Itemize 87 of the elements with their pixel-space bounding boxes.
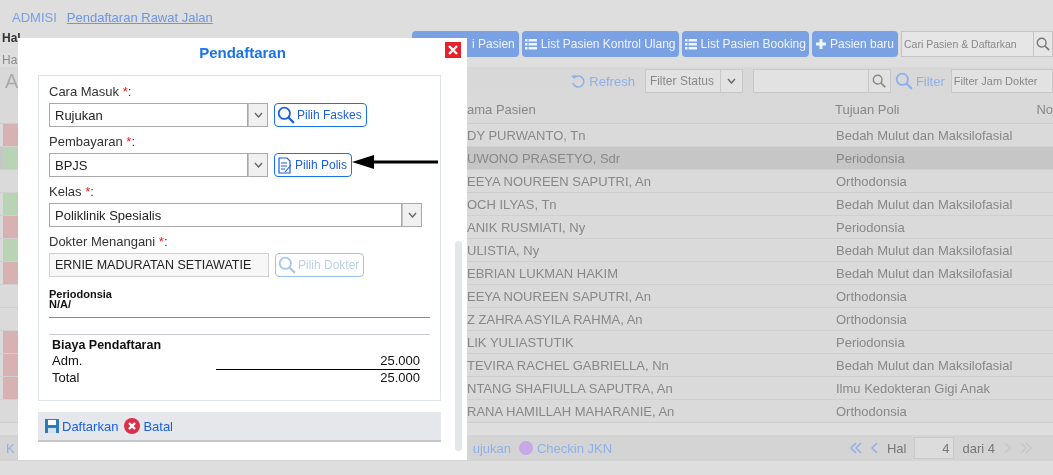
table-cell-text: Bedah Mulut dan Maksilofasial (836, 242, 1014, 258)
breadcrumb-link[interactable]: Pendaftaran Rawat Jalan (66, 9, 213, 25)
table-cell-text: Bedah Mulut dan Maksilofasial (836, 196, 1014, 212)
column-header: ama Pasien (467, 101, 537, 117)
table-cell-text: RANA HAMILLAH MAHARANIE, An (467, 403, 676, 419)
caret-icon (253, 162, 263, 168)
table-cell-text: ANIK RUSMIATI, Ny (467, 219, 587, 235)
legend-label: Checkin JKN (537, 440, 613, 456)
table-cell-text: Periodonsia (836, 219, 906, 235)
table-cell-text: ULISTIA, Ny (467, 242, 541, 258)
pick-button[interactable]: Pilih Polis (274, 153, 353, 177)
plus-icon (815, 39, 826, 49)
table-cell-text: Bedah Mulut dan Maksilofasial (836, 265, 1014, 281)
table-cell-text: NTANG SHAFIULLA SAPUTRA, An (467, 380, 674, 396)
input-field[interactable]: ERNIE MADURATAN SETIAWATIE (49, 253, 269, 277)
dropdown-button[interactable] (720, 69, 743, 93)
pick-button[interactable]: Pilih Faskes (274, 103, 367, 127)
table-cell-text: EEYA NOUREEN SAPUTRI, An (467, 173, 652, 189)
dropdown-button[interactable] (248, 103, 268, 127)
document-icon (277, 156, 293, 174)
column-header: No (1036, 101, 1053, 117)
status-filter[interactable]: Filter Status (644, 69, 721, 93)
list-icon (684, 38, 697, 50)
table-cell-text: TEVIRA RACHEL GABRIELLA, Nn (467, 357, 670, 373)
clinic-name: Periodonsia (49, 289, 112, 299)
caret-icon (726, 78, 736, 84)
clinic-note: N/A/ (49, 299, 71, 309)
search-icon (872, 74, 887, 88)
table-cell-text: Ilmu Kedokteran Gigi Anak (836, 380, 991, 396)
table-cell-text: Orthodonsia (836, 288, 908, 304)
page-label: Hal (886, 440, 907, 456)
table-cell-text: Periodonsia (836, 334, 906, 350)
table-cell-text: Bedah Mulut dan Maksilofasial (836, 127, 1014, 143)
table-cell-text: Bedah Mulut dan Maksilofasial (836, 357, 1014, 373)
field-label: Cara Masuk *: (49, 83, 133, 101)
table-cell-text: Z ZAHRA ASYILA RAHMA, An (467, 311, 644, 327)
close-button[interactable] (445, 42, 461, 58)
table-cell-text: Periodonsia (836, 150, 906, 166)
select-field[interactable]: Rujukan (49, 103, 248, 127)
dropdown-button[interactable] (402, 203, 422, 227)
list-icon (524, 38, 537, 50)
fee-title: Biaya Pendaftaran (52, 338, 162, 352)
table-cell-text: DY PURWANTO, Tn (467, 127, 587, 143)
column-header: Tujuan Poli (834, 101, 901, 117)
fee-amount: 25.000 (216, 353, 420, 370)
table-cell-text: UWONO PRASETYO, Sdr (467, 150, 622, 166)
table-cell-text: LIK YULIASTUTIK (467, 334, 575, 350)
search-field[interactable]: Cari Pasien & Daftarkan (901, 31, 1034, 57)
select-field[interactable]: Poliklinik Spesialis (49, 203, 402, 227)
cancel-icon (124, 418, 141, 434)
breadcrumb-link[interactable]: ADMISI (12, 9, 57, 25)
refresh-icon (570, 74, 587, 88)
select-field[interactable]: BPJS (49, 153, 248, 177)
filter-button[interactable]: Filter (890, 72, 949, 90)
previous-page-icon[interactable] (870, 442, 879, 454)
legend-label: K (6, 440, 15, 456)
refresh-button[interactable]: Refresh (566, 73, 639, 89)
toolbar-button[interactable]: List Pasien Kontrol Ulang (521, 31, 679, 57)
dropdown-button[interactable] (248, 153, 268, 177)
page-subtitle: Ha (2, 53, 18, 67)
close-icon (448, 45, 458, 55)
table-cell-text: OCH ILYAS, Tn (467, 196, 558, 212)
page-field[interactable]: 4 (914, 437, 955, 459)
toolbar-button[interactable]: Pasien baru (811, 31, 898, 57)
save-icon (45, 419, 59, 433)
table-cell-text: Orthodonsia (836, 403, 908, 419)
scrollbar[interactable] (455, 241, 462, 451)
table-cell-text: EBRIAN LUKMAN HAKIM (467, 265, 619, 281)
search-button[interactable] (868, 69, 891, 93)
search-icon (278, 256, 296, 274)
page-total: dari 4 (962, 440, 995, 456)
time-filter-field[interactable]: Filter Jam Dokter (950, 69, 1053, 93)
first-page-icon[interactable] (848, 442, 863, 454)
table-cell-text: Orthodonsia (836, 311, 908, 327)
toolbar-button[interactable]: List Pasien Booking (681, 31, 809, 57)
search-icon (1036, 37, 1050, 51)
search-button[interactable] (1034, 31, 1053, 57)
table-cell-text: Orthodonsia (836, 173, 908, 189)
table-cell-text: EEYA NOUREEN SAPUTRI, An (467, 288, 652, 304)
legend-label: ujukan (472, 440, 511, 456)
caret-icon (253, 112, 263, 118)
fee-label: Adm. (52, 353, 83, 370)
search-icon (277, 106, 295, 124)
dialog-title: Pendaftaran (199, 44, 286, 63)
search-icon (894, 72, 913, 90)
filter-search-field[interactable] (752, 69, 869, 93)
caret-icon (407, 212, 417, 218)
